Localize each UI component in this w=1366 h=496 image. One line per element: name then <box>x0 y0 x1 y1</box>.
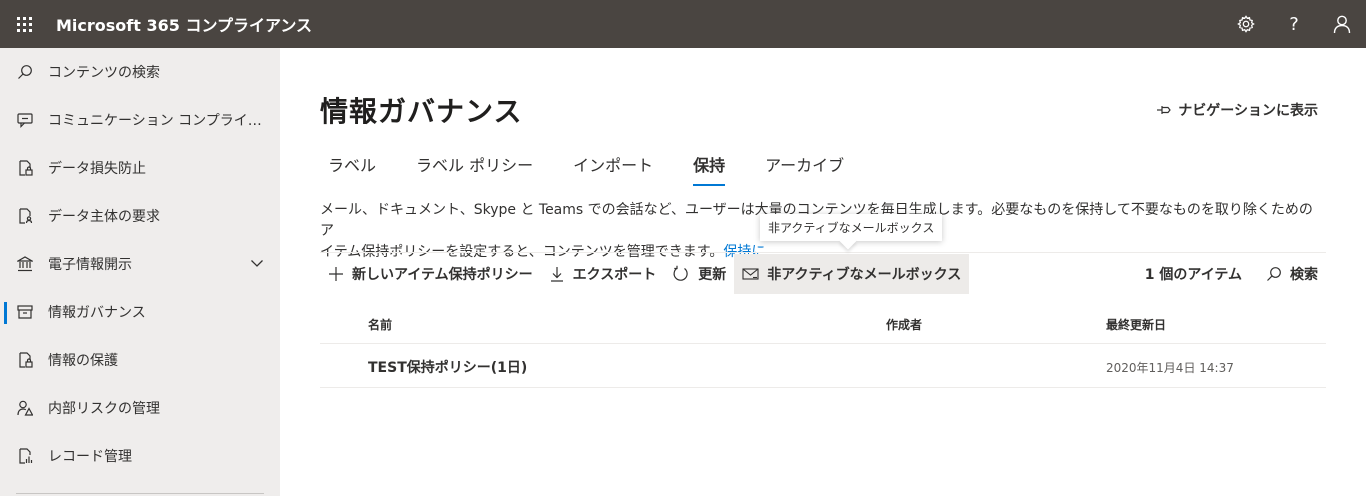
sidebar-item-label: レコード管理 <box>48 449 132 465</box>
tab-retention[interactable]: 保持 <box>685 148 733 186</box>
export-button[interactable]: エクスポート <box>541 254 665 294</box>
sidebar-item-data-loss-prevention[interactable]: データ損失防止 <box>0 144 280 192</box>
person-warning-icon <box>16 399 34 417</box>
sidebar-item-records-management[interactable]: レコード管理 <box>0 432 280 480</box>
show-in-navigation-label: ナビゲーションに表示 <box>1178 103 1318 119</box>
show-in-navigation-button[interactable]: ナビゲーションに表示 <box>1156 100 1318 120</box>
dlp-icon <box>16 159 34 177</box>
gear-icon <box>1237 15 1255 33</box>
refresh-icon <box>673 265 688 281</box>
document-person-icon <box>16 207 34 225</box>
help-icon: ? <box>1289 13 1299 35</box>
download-icon <box>550 267 563 282</box>
table-row[interactable]: TEST保持ポリシー(1日) 2020年11月4日 14:37 <box>320 345 1326 388</box>
help-button[interactable]: ? <box>1270 0 1318 48</box>
tab-archive[interactable]: アーカイブ <box>757 148 852 186</box>
refresh-button[interactable]: 更新 <box>664 254 734 294</box>
sidebar-item-label: 内部リスクの管理 <box>48 401 160 417</box>
sidebar-item-label: 情報ガバナンス <box>48 305 146 321</box>
mail-icon <box>742 268 759 280</box>
sidebar-item-communication-compliance[interactable]: コミュニケーション コンプライアンス <box>0 96 280 144</box>
tab-bar: ラベル ラベル ポリシー インポート 保持 アーカイブ <box>320 148 876 186</box>
chart-document-icon <box>16 447 34 465</box>
chat-icon <box>16 111 34 129</box>
app-launcher-button[interactable] <box>0 0 48 48</box>
account-button[interactable] <box>1318 0 1366 48</box>
refresh-label: 更新 <box>698 267 727 283</box>
top-bar: Microsoft 365 コンプライアンス ? <box>0 0 1366 48</box>
sidebar-item-information-protection[interactable]: 情報の保護 <box>0 336 280 384</box>
column-header-last-modified[interactable]: 最終更新日 <box>1106 316 1166 333</box>
search-icon <box>1267 267 1281 281</box>
archive-icon <box>16 303 34 321</box>
left-navigation: コンテンツの検索 コミュニケーション コンプライアンス データ損失防止 データ主… <box>0 48 280 496</box>
chevron-down-icon[interactable] <box>250 255 264 274</box>
search-button[interactable]: 検索 <box>1258 254 1326 294</box>
column-header-created-by[interactable]: 作成者 <box>886 316 922 333</box>
sidebar-item-label: データ損失防止 <box>48 161 146 177</box>
sidebar-item-content-search[interactable]: コンテンツの検索 <box>0 48 280 96</box>
sidebar-item-information-governance[interactable]: 情報ガバナンス <box>0 288 280 336</box>
sidebar-divider <box>16 493 264 494</box>
search-label: 検索 <box>1290 267 1318 283</box>
tab-labels[interactable]: ラベル <box>320 148 384 186</box>
command-bar: 新しいアイテム保持ポリシー エクスポート 更新 非アクティブなメールボックス 1… <box>320 254 1326 294</box>
sidebar-item-label: コミュニケーション コンプライアンス <box>48 113 266 129</box>
table-header: 名前 作成者 最終更新日 <box>320 304 1326 344</box>
pin-icon <box>1157 106 1172 114</box>
sidebar-item-label: 電子情報開示 <box>48 257 132 273</box>
main-content: 情報ガバナンス ナビゲーションに表示 ラベル ラベル ポリシー インポート 保持… <box>280 48 1366 496</box>
policy-last-modified: 2020年11月4日 14:37 <box>1106 361 1234 375</box>
export-label: エクスポート <box>572 267 657 283</box>
column-header-name[interactable]: 名前 <box>368 316 392 333</box>
policy-name[interactable]: TEST保持ポリシー(1日) <box>368 357 527 377</box>
app-title[interactable]: Microsoft 365 コンプライアンス <box>56 12 312 36</box>
tab-label-policies[interactable]: ラベル ポリシー <box>408 148 541 186</box>
bank-icon <box>16 255 34 273</box>
person-icon <box>1333 15 1351 34</box>
new-retention-policy-button[interactable]: 新しいアイテム保持ポリシー <box>320 254 541 294</box>
command-bar-divider <box>320 252 1326 253</box>
item-count: 1 個のアイテム <box>1144 267 1242 283</box>
search-icon <box>16 63 34 81</box>
sidebar-item-label: データ主体の要求 <box>48 209 160 225</box>
page-title: 情報ガバナンス <box>320 95 523 128</box>
inactive-mailboxes-button[interactable]: 非アクティブなメールボックス <box>734 254 970 294</box>
tab-import[interactable]: インポート <box>565 148 661 186</box>
waffle-icon <box>16 16 32 32</box>
inactive-mailboxes-label: 非アクティブなメールボックス <box>767 267 962 283</box>
sidebar-item-label: 情報の保護 <box>48 353 118 369</box>
settings-button[interactable] <box>1222 0 1270 48</box>
new-retention-policy-label: 新しいアイテム保持ポリシー <box>352 267 533 283</box>
sidebar-item-insider-risk[interactable]: 内部リスクの管理 <box>0 384 280 432</box>
add-icon <box>329 267 343 281</box>
sidebar-item-ediscovery[interactable]: 電子情報開示 <box>0 240 280 288</box>
tooltip: 非アクティブなメールボックス <box>760 214 943 241</box>
sidebar-item-data-subject-requests[interactable]: データ主体の要求 <box>0 192 280 240</box>
sidebar-item-label: コンテンツの検索 <box>48 65 160 81</box>
lock-document-icon <box>16 351 34 369</box>
